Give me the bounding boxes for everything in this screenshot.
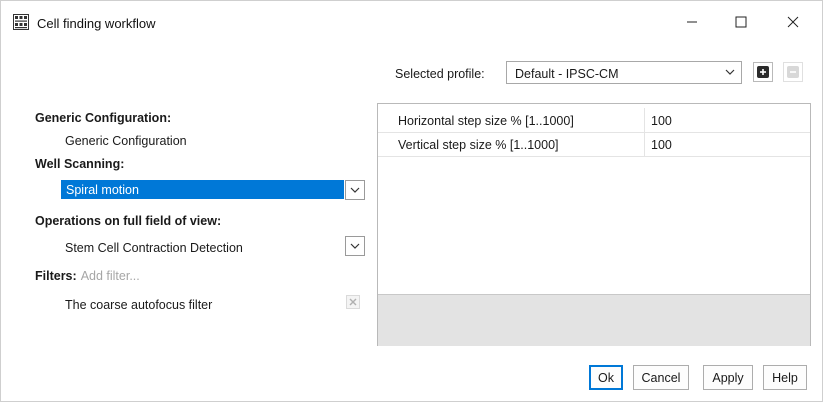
generic-config-heading: Generic Configuration: [35, 111, 172, 125]
maximize-icon [735, 16, 747, 28]
plus-icon [757, 66, 769, 78]
apply-button[interactable]: Apply [703, 365, 753, 390]
filter-item: The coarse autofocus filter [65, 298, 213, 312]
app-icon [13, 14, 29, 30]
window-title: Cell finding workflow [37, 16, 156, 31]
profile-label: Selected profile: [395, 67, 485, 81]
grid-row[interactable]: Vertical step size % [1..1000] 100 [378, 132, 810, 157]
add-filter-link[interactable]: Add filter... [81, 269, 140, 283]
property-name: Vertical step size % [1..1000] [398, 138, 559, 152]
title-bar: Cell finding workflow [1, 1, 822, 45]
grid-row[interactable]: Horizontal step size % [1..1000] 100 [378, 108, 810, 133]
close-icon [787, 16, 799, 28]
chevron-down-icon [350, 187, 360, 193]
property-grid: Horizontal step size % [1..1000] 100 Ver… [377, 103, 811, 346]
operations-dropdown-button[interactable] [345, 236, 365, 256]
filters-line: Filters: Add filter... [35, 269, 140, 283]
well-scanning-value: Spiral motion [66, 183, 139, 197]
ok-button[interactable]: Ok [589, 365, 623, 390]
minimize-icon [687, 21, 697, 23]
help-button[interactable]: Help [763, 365, 807, 390]
property-value[interactable]: 100 [651, 138, 672, 152]
operations-heading: Operations on full field of view: [35, 214, 222, 228]
well-scanning-dropdown-button[interactable] [345, 180, 365, 200]
close-small-icon [346, 295, 360, 309]
profile-select[interactable]: Default - IPSC-CM [506, 61, 742, 84]
chevron-down-icon [350, 243, 360, 249]
add-profile-button[interactable] [753, 62, 773, 82]
cancel-button[interactable]: Cancel [633, 365, 689, 390]
column-divider [644, 108, 645, 132]
filters-label: Filters: [35, 269, 77, 283]
dialog-window: Cell finding workflow Selected profile: … [0, 0, 823, 402]
operations-value[interactable]: Stem Cell Contraction Detection [65, 241, 243, 255]
column-divider [644, 132, 645, 156]
well-scanning-select[interactable]: Spiral motion [61, 180, 344, 199]
chevron-down-icon [723, 65, 737, 82]
generic-config-value: Generic Configuration [65, 134, 187, 148]
property-description-panel [378, 294, 810, 346]
remove-profile-button[interactable] [783, 62, 803, 82]
remove-filter-button[interactable] [346, 295, 360, 309]
close-button[interactable] [781, 11, 805, 33]
well-scanning-heading: Well Scanning: [35, 157, 125, 171]
minimize-button[interactable] [680, 11, 704, 33]
property-name: Horizontal step size % [1..1000] [398, 114, 574, 128]
profile-select-value: Default - IPSC-CM [515, 67, 619, 81]
property-value[interactable]: 100 [651, 114, 672, 128]
maximize-button[interactable] [729, 11, 753, 33]
minus-icon [787, 66, 799, 78]
